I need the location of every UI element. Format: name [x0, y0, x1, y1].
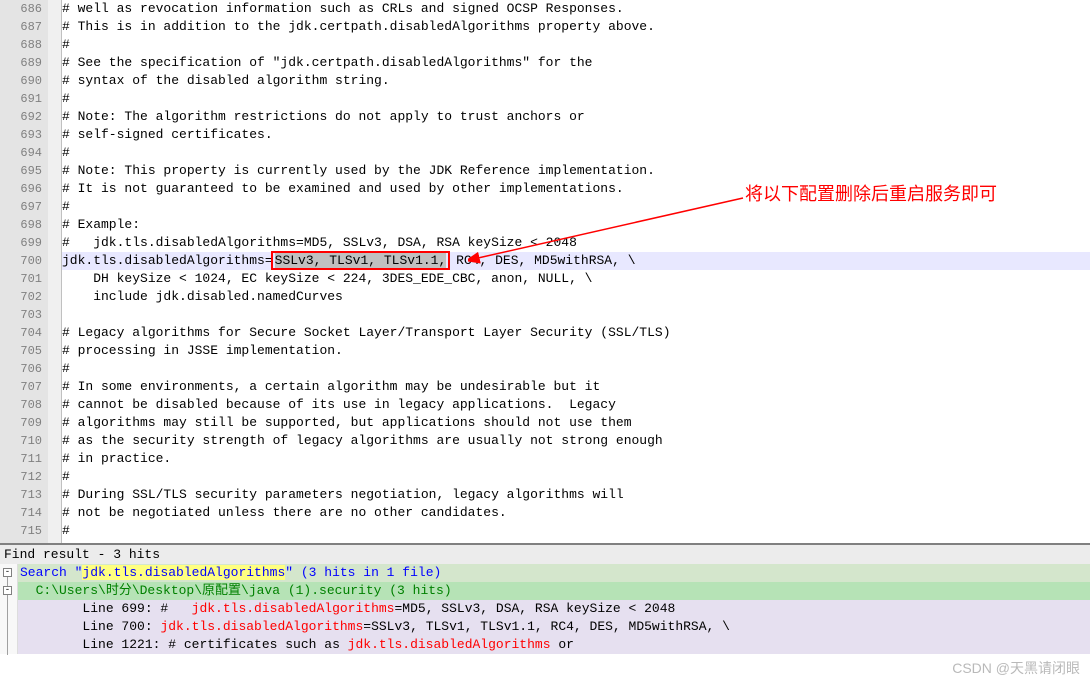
- code-line[interactable]: # processing in JSSE implementation.: [62, 342, 1090, 360]
- search-term: jdk.tls.disabledAlgorithms: [82, 565, 285, 580]
- line-number[interactable]: 689: [0, 54, 42, 72]
- matched-term: jdk.tls.disabledAlgorithms: [192, 601, 395, 616]
- code-line[interactable]: # Legacy algorithms for Secure Socket La…: [62, 324, 1090, 342]
- fold-margin[interactable]: [48, 0, 62, 543]
- code-line[interactable]: # syntax of the disabled algorithm strin…: [62, 72, 1090, 90]
- collapse-icon[interactable]: -: [3, 586, 12, 595]
- find-line-match[interactable]: Line 699: # jdk.tls.disabledAlgorithms=M…: [0, 600, 1090, 618]
- code-line[interactable]: # During SSL/TLS security parameters neg…: [62, 486, 1090, 504]
- matched-term: jdk.tls.disabledAlgorithms: [160, 619, 363, 634]
- line-number[interactable]: 688: [0, 36, 42, 54]
- line-number[interactable]: 713: [0, 486, 42, 504]
- editor-area: 686 687 688 689 690 691 692 693 694 695 …: [0, 0, 1090, 543]
- line-number[interactable]: 697: [0, 198, 42, 216]
- tree-fold-margin[interactable]: - -: [0, 564, 18, 654]
- line-number[interactable]: 705: [0, 342, 42, 360]
- line-number[interactable]: 702: [0, 288, 42, 306]
- annotation-text: 将以下配置删除后重启服务即可: [745, 180, 997, 206]
- line-number[interactable]: 709: [0, 414, 42, 432]
- line-number[interactable]: 698: [0, 216, 42, 234]
- result-text: =SSLv3, TLSv1, TLSv1.1, RC4, DES, MD5wit…: [363, 619, 730, 634]
- code-area[interactable]: # well as revocation information such as…: [62, 0, 1090, 543]
- code-line[interactable]: include jdk.disabled.namedCurves: [62, 288, 1090, 306]
- line-number[interactable]: 696: [0, 180, 42, 198]
- line-number[interactable]: 687: [0, 18, 42, 36]
- find-result-panel: Find result - 3 hits - - Search "jdk.tls…: [0, 543, 1090, 654]
- result-text: =MD5, SSLv3, DSA, RSA keySize < 2048: [394, 601, 675, 616]
- line-number[interactable]: 686: [0, 0, 42, 18]
- code-line-highlighted[interactable]: jdk.tls.disabledAlgorithms=SSLv3, TLSv1,…: [62, 252, 1090, 270]
- line-number[interactable]: 704: [0, 324, 42, 342]
- code-line[interactable]: #: [62, 90, 1090, 108]
- code-line[interactable]: # This is in addition to the jdk.certpat…: [62, 18, 1090, 36]
- line-number[interactable]: 699: [0, 234, 42, 252]
- line-number[interactable]: 701: [0, 270, 42, 288]
- line-number[interactable]: 700: [0, 252, 42, 270]
- line-number[interactable]: 711: [0, 450, 42, 468]
- code-line[interactable]: #: [62, 36, 1090, 54]
- line-number[interactable]: 690: [0, 72, 42, 90]
- code-text: RC4, DES, MD5withRSA, \: [448, 253, 635, 268]
- watermark: CSDN @天黑请闭眼: [952, 658, 1080, 678]
- find-line-match[interactable]: Line 700: jdk.tls.disabledAlgorithms=SSL…: [0, 618, 1090, 636]
- code-line[interactable]: # In some environments, a certain algori…: [62, 378, 1090, 396]
- code-line[interactable]: #: [62, 522, 1090, 540]
- hit-count: (3 hits): [389, 583, 451, 598]
- code-line[interactable]: # Example:: [62, 216, 1090, 234]
- line-number[interactable]: 706: [0, 360, 42, 378]
- line-number[interactable]: 692: [0, 108, 42, 126]
- code-line[interactable]: # in practice.: [62, 450, 1090, 468]
- result-text: Line 1221: # certificates such as: [20, 637, 348, 652]
- line-number[interactable]: 694: [0, 144, 42, 162]
- result-text: Line 699: #: [20, 601, 192, 616]
- line-number[interactable]: 714: [0, 504, 42, 522]
- code-line[interactable]: # not be negotiated unless there are no …: [62, 504, 1090, 522]
- collapse-icon[interactable]: -: [3, 568, 12, 577]
- line-number[interactable]: 710: [0, 432, 42, 450]
- selected-text: SSLv3, TLSv1, TLSv1.1,: [275, 253, 447, 268]
- result-text: Line 700:: [20, 619, 160, 634]
- find-line-match[interactable]: Line 1221: # certificates such as jdk.tl…: [0, 636, 1090, 654]
- line-number[interactable]: 693: [0, 126, 42, 144]
- line-number[interactable]: 695: [0, 162, 42, 180]
- code-line[interactable]: #: [62, 468, 1090, 486]
- file-path: C:\Users\时分\Desktop\原配置\java (1).securit…: [20, 583, 389, 598]
- line-number-gutter[interactable]: 686 687 688 689 690 691 692 693 694 695 …: [0, 0, 48, 543]
- code-line[interactable]: # See the specification of "jdk.certpath…: [62, 54, 1090, 72]
- code-line[interactable]: # jdk.tls.disabledAlgorithms=MD5, SSLv3,…: [62, 234, 1090, 252]
- code-line[interactable]: # Note: This property is currently used …: [62, 162, 1090, 180]
- result-text: Search ": [20, 565, 82, 580]
- selection-highlight: SSLv3, TLSv1, TLSv1.1,: [271, 251, 451, 270]
- code-line[interactable]: [62, 306, 1090, 324]
- code-line[interactable]: # Note: The algorithm restrictions do no…: [62, 108, 1090, 126]
- code-line[interactable]: # as the security strength of legacy alg…: [62, 432, 1090, 450]
- code-line[interactable]: #: [62, 360, 1090, 378]
- find-search-summary[interactable]: Search "jdk.tls.disabledAlgorithms" (3 h…: [0, 564, 1090, 582]
- find-result-body: - - Search "jdk.tls.disabledAlgorithms" …: [0, 564, 1090, 654]
- matched-term: jdk.tls.disabledAlgorithms: [348, 637, 551, 652]
- find-file-match[interactable]: C:\Users\时分\Desktop\原配置\java (1).securit…: [0, 582, 1090, 600]
- result-text: " (3 hits in 1 file): [285, 565, 441, 580]
- line-number[interactable]: 712: [0, 468, 42, 486]
- code-line[interactable]: # cannot be disabled because of its use …: [62, 396, 1090, 414]
- code-text: jdk.tls.disabledAlgorithms=: [62, 253, 273, 268]
- line-number[interactable]: 691: [0, 90, 42, 108]
- code-line[interactable]: DH keySize < 1024, EC keySize < 224, 3DE…: [62, 270, 1090, 288]
- line-number[interactable]: 715: [0, 522, 42, 540]
- code-line[interactable]: # algorithms may still be supported, but…: [62, 414, 1090, 432]
- code-line[interactable]: # self-signed certificates.: [62, 126, 1090, 144]
- line-number[interactable]: 708: [0, 396, 42, 414]
- code-line[interactable]: # well as revocation information such as…: [62, 0, 1090, 18]
- result-text: or: [551, 637, 574, 652]
- code-line[interactable]: #: [62, 144, 1090, 162]
- find-result-header[interactable]: Find result - 3 hits: [0, 545, 1090, 564]
- line-number[interactable]: 707: [0, 378, 42, 396]
- tree-line: [7, 595, 8, 655]
- line-number[interactable]: 703: [0, 306, 42, 324]
